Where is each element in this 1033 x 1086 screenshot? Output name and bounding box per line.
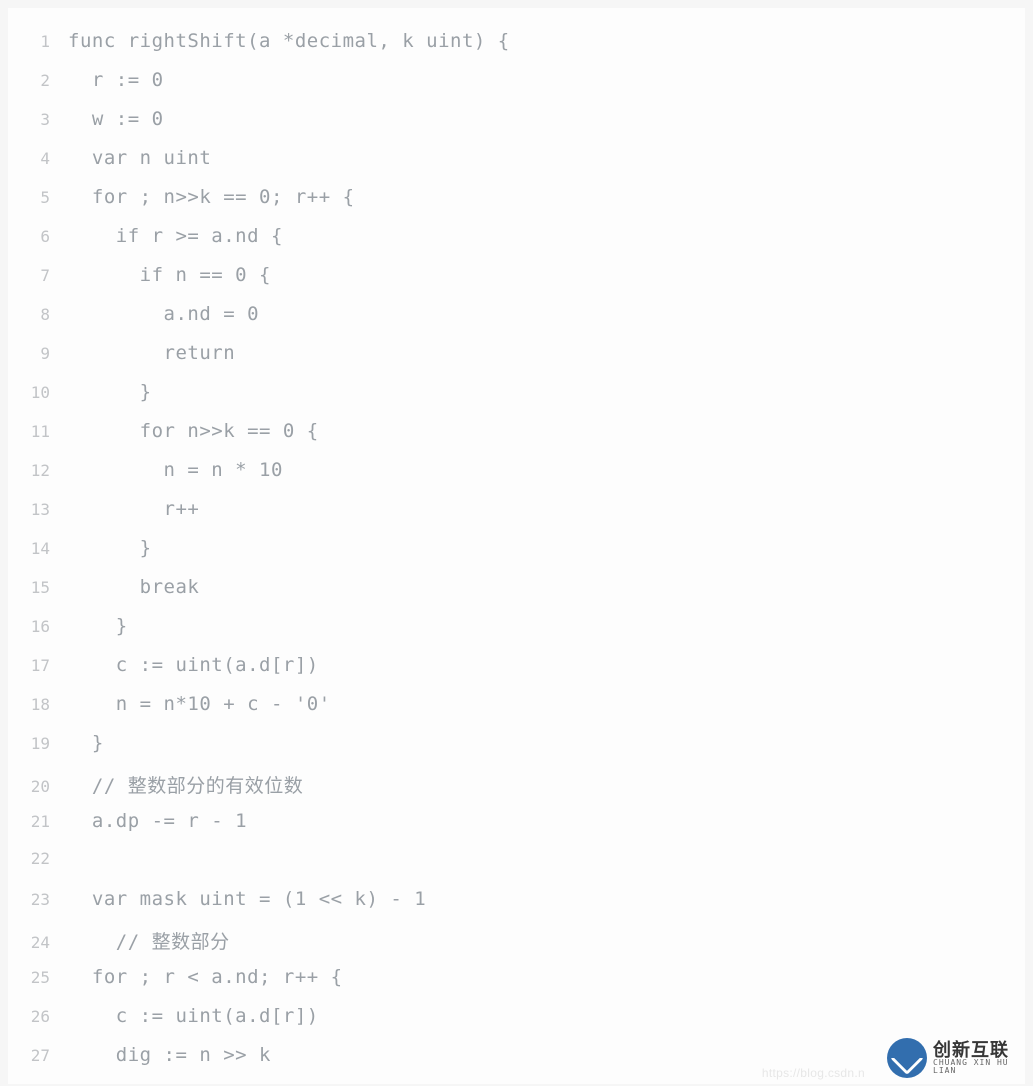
- line-number: 22: [8, 849, 68, 868]
- code-line: 2 r := 0: [8, 69, 1025, 108]
- code-line: 4 var n uint: [8, 147, 1025, 186]
- line-number: 11: [8, 422, 68, 441]
- line-number: 5: [8, 188, 68, 207]
- line-content: c := uint(a.d[r]): [68, 1005, 319, 1027]
- line-content: // 整数部分: [68, 927, 230, 954]
- code-line: 8 a.nd = 0: [8, 303, 1025, 342]
- line-content: break: [68, 576, 199, 598]
- code-line: 1 func rightShift(a *decimal, k uint) {: [8, 30, 1025, 69]
- line-content: n = n * 10: [68, 459, 283, 481]
- line-content: }: [68, 615, 128, 637]
- line-number: 25: [8, 968, 68, 987]
- line-content: }: [68, 732, 104, 754]
- line-content: func rightShift(a *decimal, k uint) {: [68, 30, 510, 52]
- code-line: 5 for ; n>>k == 0; r++ {: [8, 186, 1025, 225]
- code-line: 9 return: [8, 342, 1025, 381]
- line-number: 15: [8, 578, 68, 597]
- line-content: if n == 0 {: [68, 264, 271, 286]
- line-number: 10: [8, 383, 68, 402]
- line-number: 9: [8, 344, 68, 363]
- line-content: r := 0: [68, 69, 164, 91]
- code-line: 24 // 整数部分: [8, 927, 1025, 966]
- line-number: 8: [8, 305, 68, 324]
- line-content: for ; n>>k == 0; r++ {: [68, 186, 355, 208]
- line-number: 1: [8, 32, 68, 51]
- code-line: 6 if r >= a.nd {: [8, 225, 1025, 264]
- code-line: 17 c := uint(a.d[r]): [8, 654, 1025, 693]
- brand-logo-text: 创新互联 CHUANG XIN HU LIAN: [933, 1041, 1017, 1075]
- line-number: 27: [8, 1046, 68, 1065]
- line-content: var mask uint = (1 << k) - 1: [68, 888, 426, 910]
- line-number: 19: [8, 734, 68, 753]
- line-number: 2: [8, 71, 68, 90]
- code-line: 14 }: [8, 537, 1025, 576]
- line-number: 16: [8, 617, 68, 636]
- code-line: 26 c := uint(a.d[r]): [8, 1005, 1025, 1044]
- line-content: for ; r < a.nd; r++ {: [68, 966, 343, 988]
- code-line: 19 }: [8, 732, 1025, 771]
- line-number: 21: [8, 812, 68, 831]
- line-number: 7: [8, 266, 68, 285]
- code-line: 12 n = n * 10: [8, 459, 1025, 498]
- code-line: 15 break: [8, 576, 1025, 615]
- watermark-url: https://blog.csdn.n: [762, 1066, 865, 1080]
- line-number: 13: [8, 500, 68, 519]
- line-content: // 整数部分的有效位数: [68, 771, 303, 798]
- code-line: 10 }: [8, 381, 1025, 420]
- line-content: c := uint(a.d[r]): [68, 654, 319, 676]
- code-line: 3 w := 0: [8, 108, 1025, 147]
- line-content: r++: [68, 498, 199, 520]
- line-number: 18: [8, 695, 68, 714]
- code-line: 22: [8, 849, 1025, 888]
- line-number: 23: [8, 890, 68, 909]
- code-line: 27 dig := n >> k: [8, 1044, 1025, 1083]
- code-line: 7 if n == 0 {: [8, 264, 1025, 303]
- brand-logo: 创新互联 CHUANG XIN HU LIAN: [887, 1036, 1017, 1080]
- line-content: }: [68, 537, 152, 559]
- line-content: a.dp -= r - 1: [68, 810, 247, 832]
- code-line: 20 // 整数部分的有效位数: [8, 771, 1025, 810]
- line-content: for n>>k == 0 {: [68, 420, 319, 442]
- line-number: 20: [8, 777, 68, 796]
- line-content: a.nd = 0: [68, 303, 259, 325]
- code-line: 18 n = n*10 + c - '0': [8, 693, 1025, 732]
- brand-name-cn: 创新互联: [933, 1041, 1017, 1059]
- line-number: 17: [8, 656, 68, 675]
- code-line: 16 }: [8, 615, 1025, 654]
- line-content: var n uint: [68, 147, 211, 169]
- line-number: 3: [8, 110, 68, 129]
- line-content: }: [68, 381, 152, 403]
- code-line: 23 var mask uint = (1 << k) - 1: [8, 888, 1025, 927]
- line-number: 6: [8, 227, 68, 246]
- line-number: 26: [8, 1007, 68, 1026]
- code-line: 11 for n>>k == 0 {: [8, 420, 1025, 459]
- code-line: 21 a.dp -= r - 1: [8, 810, 1025, 849]
- line-content: return: [68, 342, 235, 364]
- brand-logo-icon: [887, 1038, 927, 1078]
- line-content: w := 0: [68, 108, 164, 130]
- brand-name-en: CHUANG XIN HU LIAN: [933, 1059, 1017, 1075]
- code-line: 13 r++: [8, 498, 1025, 537]
- code-line: 25 for ; r < a.nd; r++ {: [8, 966, 1025, 1005]
- line-content: n = n*10 + c - '0': [68, 693, 331, 715]
- line-content: dig := n >> k: [68, 1044, 271, 1066]
- line-number: 4: [8, 149, 68, 168]
- line-number: 12: [8, 461, 68, 480]
- line-number: 24: [8, 933, 68, 952]
- line-number: 14: [8, 539, 68, 558]
- code-block: 1 func rightShift(a *decimal, k uint) { …: [8, 8, 1025, 1084]
- line-content: if r >= a.nd {: [68, 225, 283, 247]
